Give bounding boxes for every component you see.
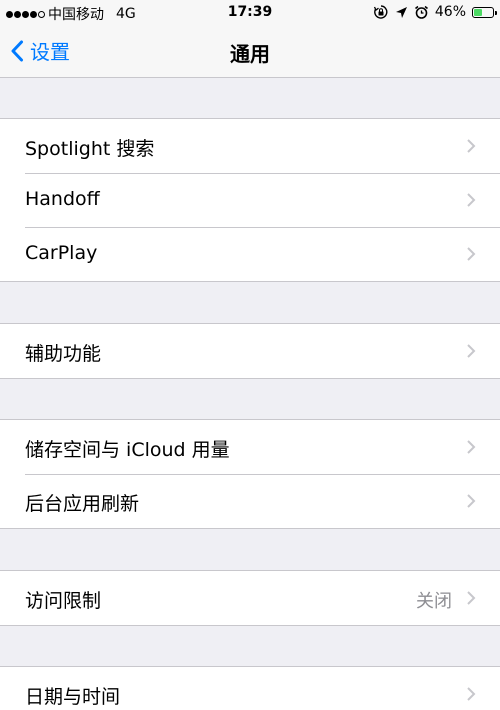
settings-group: 储存空间与 iCloud 用量 后台应用刷新 [0, 419, 500, 529]
settings-row-spotlight[interactable]: Spotlight 搜索 [0, 119, 500, 173]
chevron-right-icon [467, 494, 476, 508]
settings-group: 访问限制 关闭 [0, 570, 500, 626]
back-label: 设置 [30, 40, 70, 64]
settings-row-accessibility[interactable]: 辅助功能 [0, 324, 500, 378]
settings-row-handoff[interactable]: Handoff [0, 173, 500, 227]
row-label: 储存空间与 iCloud 用量 [25, 439, 230, 461]
chevron-right-icon [467, 344, 476, 358]
row-label: Handoff [25, 188, 100, 210]
chevron-right-icon [467, 440, 476, 454]
settings-row-carplay[interactable]: CarPlay [0, 227, 500, 281]
battery-percent: 46% [434, 4, 466, 20]
row-label: 后台应用刷新 [25, 493, 140, 515]
settings-row-restrictions[interactable]: 访问限制 关闭 [0, 571, 500, 625]
row-label: 日期与时间 [25, 686, 121, 708]
location-arrow-icon [395, 6, 408, 19]
status-bar-right: 46% [373, 4, 497, 20]
settings-row-storage-icloud[interactable]: 储存空间与 iCloud 用量 [0, 420, 500, 474]
row-value: 关闭 [416, 591, 452, 612]
chevron-right-icon [467, 687, 476, 701]
settings-row-background-refresh[interactable]: 后台应用刷新 [0, 474, 500, 528]
battery-level [474, 8, 482, 16]
settings-group: 辅助功能 [0, 323, 500, 379]
row-label: CarPlay [25, 242, 98, 264]
settings-row-date-time[interactable]: 日期与时间 [0, 667, 500, 710]
chevron-right-icon [467, 193, 476, 207]
row-label: Spotlight 搜索 [25, 138, 155, 160]
chevron-right-icon [467, 591, 476, 605]
chevron-right-icon [467, 247, 476, 261]
navigation-bar: 设置 通用 [0, 26, 500, 78]
status-bar: 中国移动 4G 17:39 46% [0, 0, 500, 26]
page-title: 通用 [230, 42, 270, 66]
settings-group: 日期与时间 [0, 666, 500, 710]
chevron-right-icon [467, 139, 476, 153]
row-label: 访问限制 [25, 590, 102, 612]
settings-screen: 中国移动 4G 17:39 46% 设置 通用 Spotlight 搜索 Han… [0, 0, 500, 710]
row-label: 辅助功能 [25, 343, 102, 365]
alarm-clock-icon [414, 5, 429, 20]
settings-group: Spotlight 搜索 Handoff CarPlay [0, 118, 500, 282]
back-button[interactable]: 设置 [10, 36, 70, 65]
screen-rotation-lock-icon [373, 4, 389, 20]
chevron-left-icon [11, 40, 23, 61]
battery-icon [472, 6, 497, 18]
